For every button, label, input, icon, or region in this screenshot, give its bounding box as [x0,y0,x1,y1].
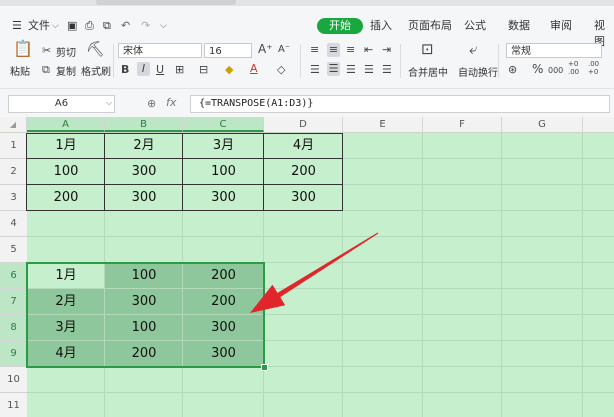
align-top-icon[interactable]: ≡ [310,43,319,57]
redo-icon[interactable]: ↷ [141,14,150,38]
align-center-icon[interactable]: ☰ [327,62,340,76]
tab-data[interactable]: 数据 [508,18,530,34]
name-box[interactable]: A6 [8,95,115,113]
tab-home[interactable]: 开始 [317,18,363,34]
bold-button[interactable]: B [121,63,129,77]
number-format-select[interactable]: 常规 [506,43,602,58]
increase-indent-icon[interactable]: ⇥ [382,43,391,57]
tab-view[interactable]: 视图 [594,18,614,48]
name-box-dropdown-icon[interactable]: ⌵ [106,98,112,108]
tab-insert[interactable]: 插入 [370,18,392,34]
toolbar-divider [498,44,499,78]
title-strip [0,0,614,6]
increase-font-icon[interactable]: A⁺ [258,42,273,56]
align-left-icon[interactable]: ☰ [310,63,320,77]
merge-center-icon[interactable]: ⊡ [421,42,434,57]
print-icon[interactable]: ⎙ [85,14,94,38]
font-color-button[interactable]: A [250,62,258,76]
save-icon[interactable]: ▣ [67,14,77,38]
font-size-select[interactable]: 16 [204,43,252,58]
toolbar-divider [113,44,114,78]
underline-button[interactable]: U [156,63,164,77]
annotation-arrow [250,232,379,313]
italic-button[interactable]: I [137,62,150,76]
paste-button[interactable]: 粘贴 [10,63,30,78]
decrease-indent-icon[interactable]: ⇤ [364,43,373,57]
thousands-button[interactable]: 000 [548,64,563,78]
copy-icon[interactable]: ⧉ [42,63,50,77]
document-tab-highlight[interactable] [96,0,236,5]
file-menu[interactable]: 文件 [28,14,50,38]
arrow-shape [250,232,379,313]
paste-icon[interactable]: 📋 [13,41,33,57]
clear-format-icon[interactable]: ◇ [277,63,285,77]
fx-button[interactable]: fx [166,96,176,109]
decrease-decimal-button[interactable]: .00 +0 [588,60,602,76]
ribbon: ☰ 文件 ⌵ ▣ ⎙ ⧉ ↶ ↷ ⌵ 开始 插入 页面布局 公式 数据 审阅 视… [0,0,614,88]
align-right-icon[interactable]: ☰ [346,63,356,77]
copy-button[interactable]: 复制 [56,63,76,78]
tab-formulas[interactable]: 公式 [464,18,486,34]
currency-icon[interactable]: ⊛ [508,63,517,77]
increase-decimal-button[interactable]: +0 .00 [568,60,582,76]
cut-icon[interactable]: ✂ [42,44,51,58]
spreadsheet-grid[interactable]: ◢ ABCDEFG 1 2 3 4 5 6 7 8 9 10 11 1月 2月 3月 4月 100 300 10… [0,117,614,417]
formula-input[interactable]: {=TRANSPOSE(A1:D3)} [190,95,610,113]
merge-center-button[interactable]: 合并居中 [408,64,448,79]
format-painter-button[interactable]: 格式刷 [81,63,111,78]
percent-button[interactable]: % [532,62,543,76]
undo-icon[interactable]: ↶ [121,14,130,38]
wrap-text-icon[interactable]: ⤶ [469,42,477,57]
toolbar-divider [300,44,301,78]
hamburger-icon[interactable]: ☰ [12,14,22,38]
quick-access-dropdown-icon[interactable]: ⌵ [160,14,167,38]
formula-bar: A6 ⌵ ⊕ fx {=TRANSPOSE(A1:D3)} [0,88,614,118]
toolbar-divider [400,44,401,78]
distributed-icon[interactable]: ☰ [382,63,392,77]
tab-page-layout[interactable]: 页面布局 [408,18,452,34]
print-preview-icon[interactable]: ⧉ [103,14,111,38]
chevron-down-icon[interactable]: ⌵ [52,14,59,38]
cut-button[interactable]: 剪切 [56,44,76,59]
tab-review[interactable]: 审阅 [550,18,572,34]
border-icon[interactable]: ⊞ [175,63,184,77]
cell-style-icon[interactable]: ⊟ [199,63,208,77]
align-bottom-icon[interactable]: ≡ [346,43,355,57]
wrap-text-button[interactable]: 自动换行 [458,64,498,79]
decrease-font-icon[interactable]: A⁻ [278,43,290,57]
font-name-select[interactable]: 宋体 [118,43,202,58]
zoom-icon[interactable]: ⊕ [147,97,156,110]
align-middle-icon[interactable]: ≡ [327,43,340,57]
fill-color-icon[interactable]: ◆ [225,63,233,77]
justify-icon[interactable]: ☰ [364,63,374,77]
format-painter-icon[interactable]: ⛏ [86,42,105,57]
